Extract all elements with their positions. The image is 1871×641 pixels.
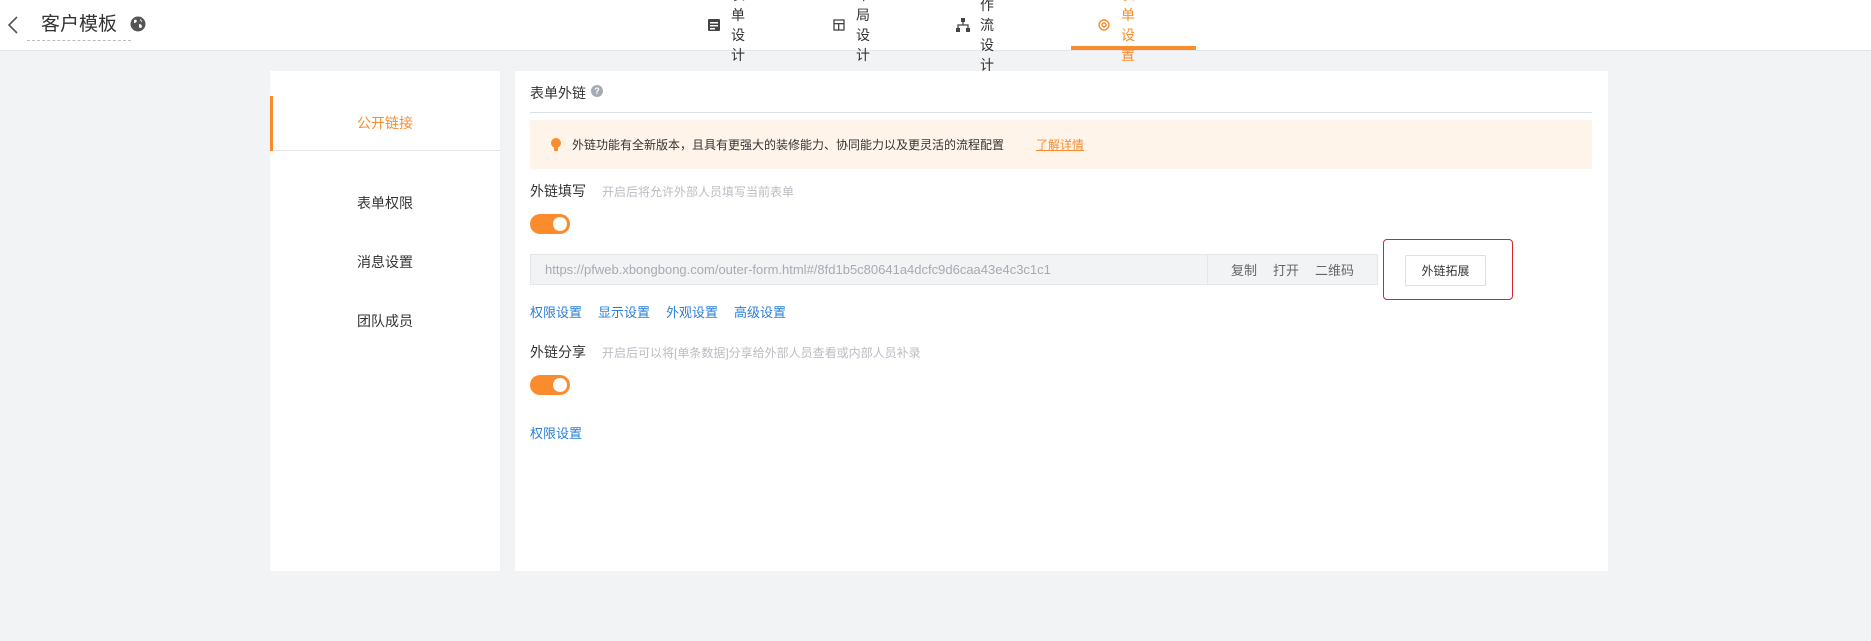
qr-code-button[interactable]: 二维码 [1315, 260, 1354, 279]
external-share-hint: 开启后可以将[单条数据]分享给外部人员查看或内部人员补录 [602, 346, 921, 360]
external-share-links: 权限设置 [530, 423, 598, 442]
sidebar-item-label: 消息设置 [357, 254, 413, 270]
external-share-label: 外链分享 [530, 344, 586, 360]
tab-form-design[interactable]: 表单设计 [706, 0, 745, 63]
external-fill-label: 外链填写 [530, 183, 586, 199]
workflow-icon [955, 17, 971, 33]
active-tab-indicator [1071, 46, 1196, 50]
external-link-url-box: 复制 打开 二维码 [530, 254, 1378, 285]
divider [273, 150, 500, 151]
divider [530, 112, 1592, 113]
tab-workflow-design[interactable]: 工作流设计 [955, 0, 994, 73]
tab-label: 表单设置 [1121, 0, 1135, 63]
display-settings-link[interactable]: 显示设置 [598, 302, 650, 321]
open-link-button[interactable]: 打开 [1273, 260, 1299, 279]
toggle-knob [553, 217, 567, 231]
sidebar-item-label: 表单权限 [357, 195, 413, 211]
app-title[interactable]: 客户模板 [27, 10, 132, 41]
notice-text: 外链功能有全新版本，且具有更强大的装修能力、协同能力以及更灵活的流程配置 [572, 138, 1005, 152]
copy-link-button[interactable]: 复制 [1231, 260, 1257, 279]
toggle-knob [553, 378, 567, 392]
help-icon[interactable]: ? [591, 85, 603, 97]
sidebar-item-public-link[interactable]: 公开链接 [270, 96, 500, 151]
learn-more-link[interactable]: 了解详情 [1036, 136, 1084, 153]
section-title: 表单外链 [530, 85, 586, 101]
sidebar-item-message-settings[interactable]: 消息设置 [270, 242, 500, 282]
sidebar-item-form-permissions[interactable]: 表单权限 [270, 183, 500, 223]
external-link-extend-button[interactable]: 外链拓展 [1405, 255, 1486, 286]
advanced-settings-link[interactable]: 高级设置 [734, 302, 786, 321]
appearance-settings-link[interactable]: 外观设置 [666, 302, 718, 321]
globe-icon[interactable] [129, 15, 147, 33]
main-panel: 表单外链 ? 外链功能有全新版本，且具有更强大的装修能力、协同能力以及更灵活的流… [515, 71, 1608, 571]
tab-label: 表单设计 [731, 0, 745, 63]
tab-label: 布局设计 [856, 0, 870, 63]
sidebar-item-label: 团队成员 [357, 313, 413, 329]
settings-sidebar: 公开链接 表单权限 消息设置 团队成员 [270, 71, 500, 571]
settings-icon [1096, 17, 1112, 33]
external-fill-toggle[interactable] [530, 214, 570, 234]
sidebar-item-team-members[interactable]: 团队成员 [270, 301, 500, 341]
tab-label: 工作流设计 [980, 0, 994, 73]
lightbulb-icon [550, 137, 562, 153]
share-permission-settings-link[interactable]: 权限设置 [530, 423, 582, 442]
permission-settings-link[interactable]: 权限设置 [530, 302, 582, 321]
external-fill-links: 权限设置 显示设置 外观设置 高级设置 [530, 302, 802, 321]
notice-banner: 外链功能有全新版本，且具有更强大的装修能力、协同能力以及更灵活的流程配置 了解详… [530, 120, 1592, 169]
external-link-url-input[interactable] [531, 255, 1207, 284]
layout-icon [831, 17, 847, 33]
tab-layout-design[interactable]: 布局设计 [831, 0, 870, 63]
back-arrow-icon[interactable] [6, 14, 24, 36]
top-header: 客户模板 表单设计 布局设计 工作流设计 [0, 0, 1871, 73]
form-icon [706, 17, 722, 33]
sidebar-item-label: 公开链接 [357, 115, 413, 131]
url-actions: 复制 打开 二维码 [1207, 255, 1377, 284]
external-share-toggle[interactable] [530, 375, 570, 395]
external-fill-hint: 开启后将允许外部人员填写当前表单 [602, 185, 795, 199]
tab-form-settings[interactable]: 表单设置 [1096, 0, 1135, 63]
